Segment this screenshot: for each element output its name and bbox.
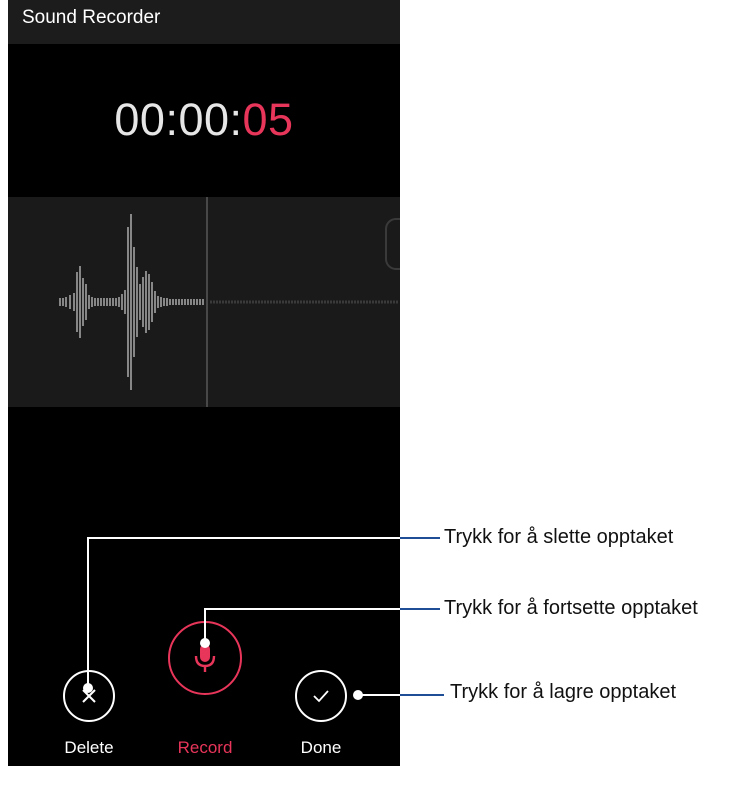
callout-record-line — [200, 608, 440, 648]
callout-delete-text: Trykk for å slette opptaket — [444, 526, 674, 548]
callout-done-line — [353, 690, 444, 700]
callout-lines — [83, 537, 444, 700]
callout-record-text: Trykk for å fortsette opptaket — [444, 597, 698, 619]
callout-done-text: Trykk for å lagre opptaket — [450, 681, 677, 703]
callout-delete-line — [83, 537, 440, 693]
